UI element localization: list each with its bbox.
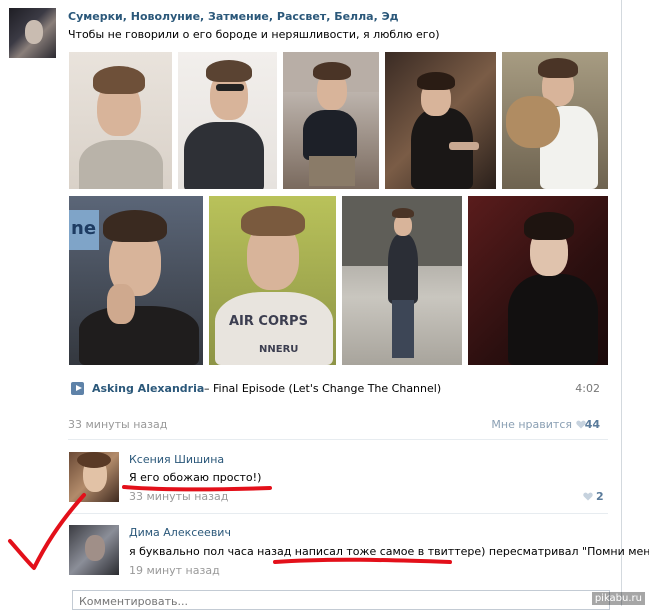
photo-5[interactable]: [502, 52, 608, 189]
comment-text-1: Я его обожаю просто!): [129, 471, 262, 484]
photo-8[interactable]: [342, 196, 462, 365]
audio-duration: 4:02: [575, 382, 600, 395]
post-text: Чтобы не говорили о его бороде и неряшли…: [68, 28, 440, 41]
like-button[interactable]: Мне нравится: [491, 418, 572, 431]
divider: [68, 513, 608, 514]
photo-caption-fragment: ne: [71, 218, 97, 239]
audio-track[interactable]: Asking Alexandria – Final Episode (Let's…: [68, 380, 608, 398]
photo-9[interactable]: [468, 196, 608, 365]
post-time-link[interactable]: 33 минуты назад: [68, 418, 167, 431]
photo-3[interactable]: [283, 52, 379, 189]
photo-7[interactable]: AIR CORPS NNERU: [209, 196, 336, 365]
comment-time-1[interactable]: 33 минуты назад: [129, 490, 228, 503]
scrollbar-track[interactable]: [621, 0, 622, 606]
like-count: 44: [584, 418, 600, 431]
photo-6[interactable]: ne: [69, 196, 203, 365]
play-icon[interactable]: [71, 382, 84, 395]
shirt-text: AIR CORPS: [229, 314, 308, 329]
divider: [68, 439, 608, 440]
comment-author-2[interactable]: Дима Алексеевич: [129, 526, 231, 539]
comment-input[interactable]: [73, 591, 609, 609]
photo-1[interactable]: [69, 52, 172, 189]
post-meta: 33 минуты назад Мне нравится 44: [68, 418, 608, 432]
group-avatar[interactable]: [9, 8, 56, 58]
comment-avatar-2[interactable]: [69, 525, 119, 575]
comment-time-2[interactable]: 19 минут назад: [129, 564, 220, 577]
photo-4[interactable]: [385, 52, 496, 189]
underline-stroke-2: [273, 557, 452, 564]
comment-author-1[interactable]: Ксения Шишина: [129, 453, 224, 466]
photo-2[interactable]: [178, 52, 277, 189]
shirt-text-2: NNERU: [259, 344, 299, 355]
audio-artist-link[interactable]: Asking Alexandria: [92, 382, 204, 395]
group-title-link[interactable]: Сумерки, Новолуние, Затмение, Рассвет, Б…: [68, 10, 399, 23]
watermark: pikabu.ru: [591, 592, 645, 605]
audio-title: – Final Episode (Let's Change The Channe…: [204, 382, 442, 395]
comment-like-count-1: 2: [596, 490, 604, 503]
comment-heart-icon-1[interactable]: [583, 492, 593, 501]
comment-avatar-1[interactable]: [69, 452, 119, 502]
comment-box[interactable]: [72, 590, 610, 610]
comment-text-2: я буквально пол часа назад написал тоже …: [129, 545, 649, 558]
